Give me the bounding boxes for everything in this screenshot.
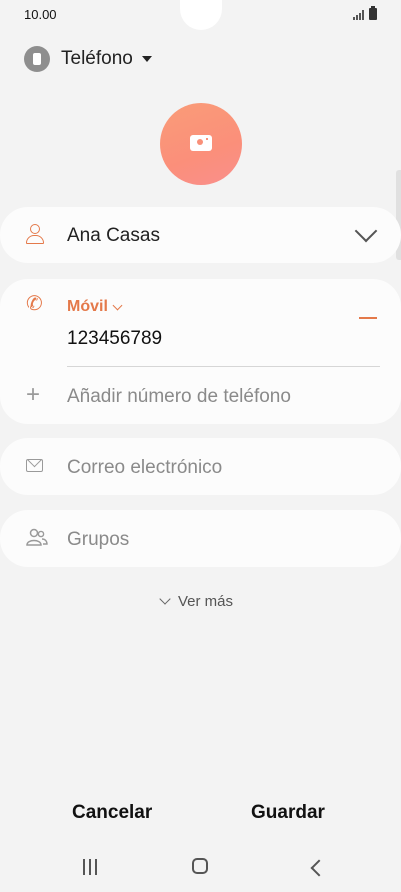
add-phone-button[interactable]: Añadir número de teléfono — [67, 386, 291, 408]
email-icon — [26, 459, 43, 472]
phone-type-label: Móvil — [67, 298, 108, 315]
phone-number-field[interactable]: 123456789 — [67, 328, 162, 350]
name-field[interactable]: Ana Casas — [67, 225, 160, 247]
account-label: Teléfono — [61, 48, 133, 69]
name-field-card[interactable]: Ana Casas — [0, 207, 401, 263]
email-field[interactable]: Correo electrónico — [67, 457, 222, 479]
camera-icon — [190, 135, 212, 151]
chevron-down-icon — [112, 300, 123, 310]
plus-icon: + — [26, 381, 41, 408]
see-more-button[interactable]: Ver más — [159, 593, 234, 610]
chevron-down-icon[interactable] — [354, 219, 378, 243]
recents-icon[interactable] — [83, 859, 97, 877]
groups-field-card[interactable]: Grupos — [0, 510, 401, 567]
see-more-label: Ver más — [178, 593, 234, 610]
account-selector[interactable]: Teléfono — [24, 42, 152, 76]
home-icon[interactable] — [192, 858, 208, 874]
phone-field-card: ✆ Móvil 123456789 + Añadir número de tel… — [0, 279, 401, 424]
minus-icon[interactable] — [359, 317, 377, 319]
status-time: 10.00 — [24, 7, 57, 22]
back-icon[interactable] — [310, 859, 328, 877]
phone-icon: ✆ — [26, 293, 43, 315]
phone-account-icon — [24, 46, 50, 72]
groups-field[interactable]: Grupos — [67, 529, 129, 551]
groups-icon — [26, 528, 48, 546]
add-photo-button[interactable] — [160, 103, 242, 185]
divider — [67, 366, 380, 367]
cancel-button[interactable]: Cancelar — [72, 802, 152, 824]
status-bar: 10.00 — [0, 0, 401, 30]
person-icon — [26, 224, 44, 244]
chevron-down-icon — [159, 593, 171, 605]
signal-icon — [353, 10, 364, 20]
battery-icon — [369, 6, 377, 20]
save-button[interactable]: Guardar — [251, 802, 325, 824]
email-field-card[interactable]: Correo electrónico — [0, 438, 401, 495]
caret-down-icon — [141, 56, 152, 62]
phone-type-selector[interactable]: Móvil — [67, 298, 123, 316]
camera-notch — [180, 0, 222, 30]
